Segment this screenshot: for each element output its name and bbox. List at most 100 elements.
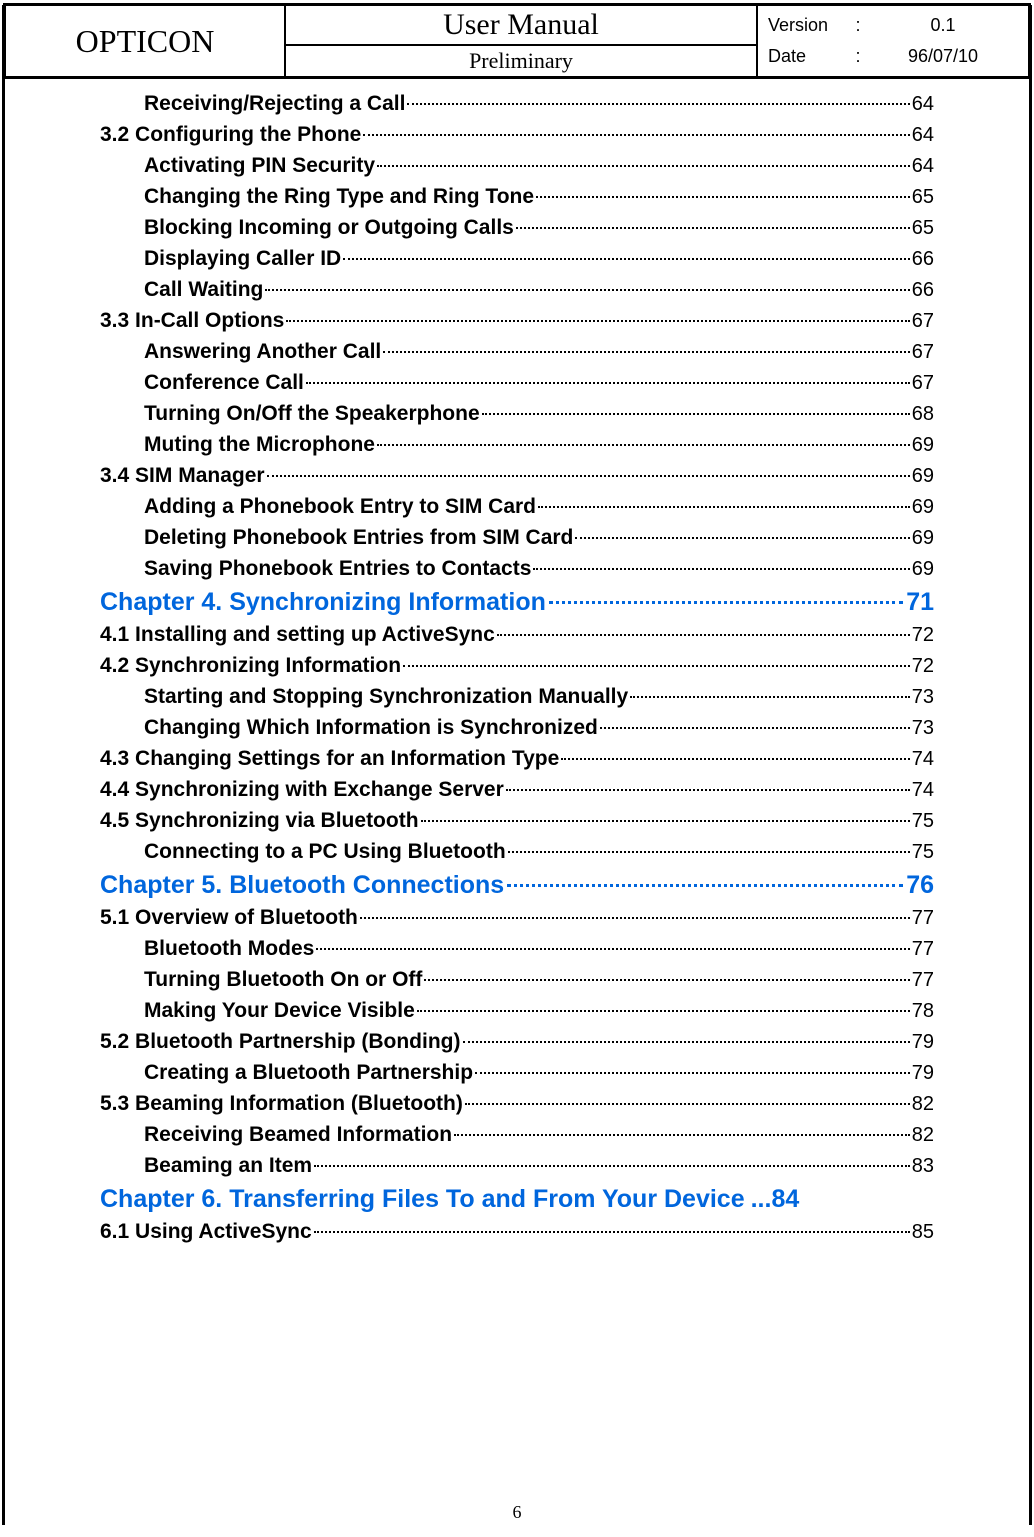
toc-entry-page: 64 xyxy=(912,155,934,178)
toc-entry-page: 68 xyxy=(912,403,934,426)
toc-sub-row[interactable]: Saving Phonebook Entries to Contacts69 xyxy=(100,557,934,581)
toc-sub-row[interactable]: Turning On/Off the Speakerphone68 xyxy=(100,402,934,426)
dot-leader xyxy=(561,758,909,760)
version-value: 0.1 xyxy=(868,15,1018,36)
toc-entry-page: 74 xyxy=(912,748,934,771)
toc-entry-title: Conference Call xyxy=(144,371,304,395)
toc-entry-page: 73 xyxy=(912,717,934,740)
toc-section-row[interactable]: 3.3 In-Call Options67 xyxy=(100,309,934,333)
toc-sub-row[interactable]: Turning Bluetooth On or Off77 xyxy=(100,968,934,992)
toc-sub-row[interactable]: Call Waiting 66 xyxy=(100,278,934,302)
dot-leader xyxy=(536,196,910,198)
dot-leader xyxy=(506,789,910,791)
toc-entry-page: 65 xyxy=(912,217,934,240)
toc-entry-title: Receiving Beamed Information xyxy=(144,1123,452,1147)
toc-entry-page: 77 xyxy=(912,907,934,930)
toc-chapter-row[interactable]: Chapter 6. Transferring Files To and Fro… xyxy=(100,1185,934,1214)
dot-leader xyxy=(360,917,910,919)
toc-entry-page: 66 xyxy=(912,279,934,302)
toc-sub-row[interactable]: Making Your Device Visible78 xyxy=(100,999,934,1023)
toc-sub-row[interactable]: Receiving/Rejecting a Call64 xyxy=(100,92,934,116)
toc-section-row[interactable]: 5.3 Beaming Information (Bluetooth)82 xyxy=(100,1092,934,1116)
dot-leader xyxy=(533,568,909,570)
toc-sub-row[interactable]: Changing Which Information is Synchroniz… xyxy=(100,716,934,740)
dot-leader xyxy=(377,444,910,446)
toc-section-row[interactable]: 3.4 SIM Manager69 xyxy=(100,464,934,488)
toc-entry-page: 64 xyxy=(912,124,934,147)
toc-entry-page: 69 xyxy=(912,558,934,581)
toc-sub-row[interactable]: Beaming an Item 83 xyxy=(100,1154,934,1178)
toc-sub-row[interactable]: Connecting to a PC Using Bluetooth75 xyxy=(100,840,934,864)
toc-section-row[interactable]: 4.1 Installing and setting up ActiveSync… xyxy=(100,623,934,647)
toc-chapter-page: 76 xyxy=(906,871,934,900)
toc-section-row[interactable]: 4.3 Changing Settings for an Information… xyxy=(100,747,934,771)
toc-entry-title: 4.4 Synchronizing with Exchange Server xyxy=(100,778,504,802)
toc-entry-title: Starting and Stopping Synchronization Ma… xyxy=(144,685,628,709)
toc-sub-row[interactable]: Muting the Microphone69 xyxy=(100,433,934,457)
toc-sub-row[interactable]: Displaying Caller ID66 xyxy=(100,247,934,271)
toc-sub-row[interactable]: Adding a Phonebook Entry to SIM Card69 xyxy=(100,495,934,519)
toc-sub-row[interactable]: Blocking Incoming or Outgoing Calls65 xyxy=(100,216,934,240)
document-header: OPTICON User Manual Preliminary Version … xyxy=(3,3,1031,79)
toc-entry-page: 67 xyxy=(912,372,934,395)
dot-leader xyxy=(463,1041,910,1043)
toc-sub-row[interactable]: Starting and Stopping Synchronization Ma… xyxy=(100,685,934,709)
toc-chapter-row[interactable]: Chapter 4. Synchronizing Information71 xyxy=(100,588,934,617)
toc-section-row[interactable]: 3.2 Configuring the Phone64 xyxy=(100,123,934,147)
toc-sub-row[interactable]: Conference Call 67 xyxy=(100,371,934,395)
toc-section-row[interactable]: 6.1 Using ActiveSync85 xyxy=(100,1220,934,1244)
toc-sub-row[interactable]: Bluetooth Modes77 xyxy=(100,937,934,961)
dot-leader xyxy=(267,475,910,477)
toc-chapter-page: ...84 xyxy=(751,1185,800,1214)
dot-leader xyxy=(383,351,910,353)
dot-leader xyxy=(265,289,909,291)
table-of-contents: Receiving/Rejecting a Call643.2 Configur… xyxy=(0,82,1034,1244)
toc-section-row[interactable]: 5.2 Bluetooth Partnership (Bonding)79 xyxy=(100,1030,934,1054)
dot-leader xyxy=(286,320,909,322)
dot-leader xyxy=(424,979,909,981)
toc-entry-title: Creating a Bluetooth Partnership xyxy=(144,1061,473,1085)
dot-leader xyxy=(314,1165,910,1167)
toc-entry-title: 5.1 Overview of Bluetooth xyxy=(100,906,358,930)
version-label: Version xyxy=(768,15,848,36)
toc-entry-title: Bluetooth Modes xyxy=(144,937,314,961)
toc-sub-row[interactable]: Answering Another Call67 xyxy=(100,340,934,364)
dot-leader xyxy=(507,884,903,887)
toc-section-row[interactable]: 5.1 Overview of Bluetooth 77 xyxy=(100,906,934,930)
dot-leader xyxy=(630,696,910,698)
toc-entry-page: 85 xyxy=(912,1221,934,1244)
colon-icon: : xyxy=(848,46,868,67)
toc-entry-title: Changing the Ring Type and Ring Tone xyxy=(144,185,534,209)
toc-chapter-title: Chapter 6. Transferring Files To and Fro… xyxy=(100,1185,745,1214)
toc-section-row[interactable]: 4.4 Synchronizing with Exchange Server74 xyxy=(100,778,934,802)
toc-entry-page: 75 xyxy=(912,810,934,833)
toc-entry-title: Changing Which Information is Synchroniz… xyxy=(144,716,598,740)
toc-sub-row[interactable]: Creating a Bluetooth Partnership 79 xyxy=(100,1061,934,1085)
toc-entry-title: 4.3 Changing Settings for an Information… xyxy=(100,747,559,771)
version-row: Version : 0.1 xyxy=(768,15,1018,36)
toc-entry-title: Connecting to a PC Using Bluetooth xyxy=(144,840,506,864)
toc-entry-title: Beaming an Item xyxy=(144,1154,312,1178)
toc-entry-title: Receiving/Rejecting a Call xyxy=(144,92,405,116)
toc-entry-page: 83 xyxy=(912,1155,934,1178)
toc-sub-row[interactable]: Changing the Ring Type and Ring Tone65 xyxy=(100,185,934,209)
toc-entry-page: 77 xyxy=(912,969,934,992)
dot-leader xyxy=(497,634,910,636)
title-cell: User Manual Preliminary xyxy=(286,6,758,76)
dot-leader xyxy=(306,382,910,384)
toc-sub-row[interactable]: Activating PIN Security64 xyxy=(100,154,934,178)
toc-entry-title: 4.2 Synchronizing Information xyxy=(100,654,401,678)
toc-section-row[interactable]: 4.2 Synchronizing Information72 xyxy=(100,654,934,678)
toc-entry-page: 79 xyxy=(912,1062,934,1085)
toc-sub-row[interactable]: Receiving Beamed Information82 xyxy=(100,1123,934,1147)
dot-leader xyxy=(549,601,903,604)
toc-sub-row[interactable]: Deleting Phonebook Entries from SIM Card… xyxy=(100,526,934,550)
toc-entry-page: 79 xyxy=(912,1031,934,1054)
toc-section-row[interactable]: 4.5 Synchronizing via Bluetooth75 xyxy=(100,809,934,833)
page-number: 6 xyxy=(0,1502,1034,1523)
toc-entry-title: 5.3 Beaming Information (Bluetooth) xyxy=(100,1092,463,1116)
date-label: Date xyxy=(768,46,848,67)
toc-chapter-row[interactable]: Chapter 5. Bluetooth Connections76 xyxy=(100,871,934,900)
toc-entry-title: Call Waiting xyxy=(144,278,263,302)
toc-entry-title: 4.1 Installing and setting up ActiveSync xyxy=(100,623,495,647)
